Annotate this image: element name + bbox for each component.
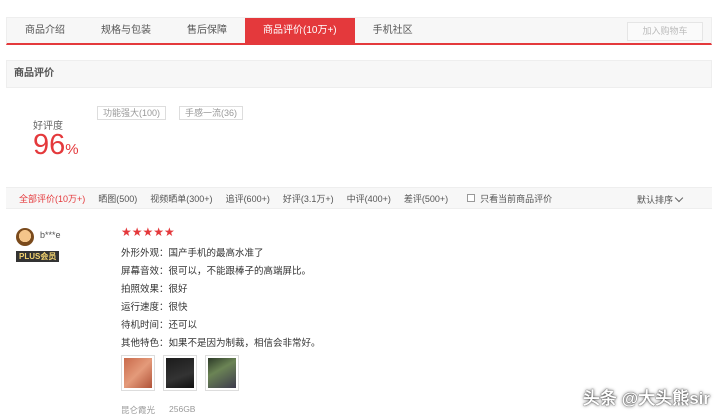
tag-feel[interactable]: 手感一流(36) — [179, 106, 244, 120]
watermark: 头条 @大头熊sir — [582, 389, 710, 408]
filter-positive[interactable]: 好评(3.1万+) — [283, 192, 334, 205]
add-to-cart-button[interactable]: 加入购物车 — [627, 22, 703, 41]
only-current-checkbox[interactable] — [467, 194, 476, 202]
review-line-appearance: 外形外观：国产手机的最高水准了 — [121, 248, 264, 259]
tab-after-sales[interactable]: 售后保障 — [169, 18, 245, 44]
review-tags: 功能强大(100) 手感一流(36) — [97, 106, 244, 120]
tab-specs[interactable]: 规格与包装 — [83, 18, 169, 44]
filter-photos[interactable]: 晒图(500) — [98, 192, 137, 205]
review-content: 外形外观：国产手机的最高水准了 屏幕音效：很可以，不能跟棒子的高端屏比。 拍照效… — [121, 245, 321, 353]
filter-neutral[interactable]: 中评(400+) — [347, 192, 391, 205]
only-current-toggle[interactable]: 只看当前商品评价 — [467, 192, 552, 205]
variant-storage: 256GB — [169, 404, 196, 414]
tab-community[interactable]: 手机社区 — [355, 18, 431, 44]
filter-video[interactable]: 视频晒单(300+) — [150, 192, 212, 205]
star-rating: ★★★★★ — [121, 225, 175, 239]
avatar[interactable] — [16, 228, 34, 246]
review-line-other: 其他特色：如果不是因为制裁，相信会非常好。 — [121, 338, 321, 349]
plus-member-badge: PLUS会员 — [16, 251, 60, 262]
review-image-thumbnail[interactable] — [163, 355, 197, 391]
review-line-speed: 运行速度：很快 — [121, 302, 188, 313]
username: b***e — [40, 230, 61, 240]
review-line-camera: 拍照效果：很好 — [121, 284, 188, 295]
review-image-thumbnail[interactable] — [205, 355, 239, 391]
sort-label: 默认排序 — [636, 195, 673, 205]
chevron-down-icon — [674, 193, 684, 203]
product-variant: 昆仑霞光 256GB — [121, 404, 195, 416]
tab-reviews[interactable]: 商品评价(10万+) — [245, 18, 355, 44]
review-image-thumbnail[interactable] — [121, 355, 155, 391]
filter-negative[interactable]: 差评(500+) — [404, 192, 448, 205]
filter-all[interactable]: 全部评价(10万+) — [19, 192, 85, 205]
section-title: 商品评价 — [6, 60, 712, 88]
review-line-screen: 屏幕音效：很可以，不能跟棒子的高端屏比。 — [121, 266, 312, 277]
filter-followup[interactable]: 追评(600+) — [226, 192, 270, 205]
review-images — [121, 355, 239, 391]
review-filter-bar: 全部评价(10万+) 晒图(500) 视频晒单(300+) 追评(600+) 好… — [6, 187, 712, 209]
rating-value: 96 — [33, 129, 66, 161]
sort-dropdown[interactable]: 默认排序 — [636, 193, 684, 206]
variant-color: 昆仑霞光 — [121, 405, 156, 415]
tag-powerful[interactable]: 功能强大(100) — [97, 106, 167, 120]
only-current-label: 只看当前商品评价 — [480, 193, 553, 204]
product-tab-bar: 商品介绍 规格与包装 售后保障 商品评价(10万+) 手机社区 加入购物车 — [6, 17, 712, 45]
review-line-battery: 待机时间：还可以 — [121, 320, 198, 331]
tab-product-intro[interactable]: 商品介绍 — [7, 18, 83, 44]
rating-unit: % — [65, 141, 79, 158]
rating-percentage: 96% — [33, 128, 79, 167]
